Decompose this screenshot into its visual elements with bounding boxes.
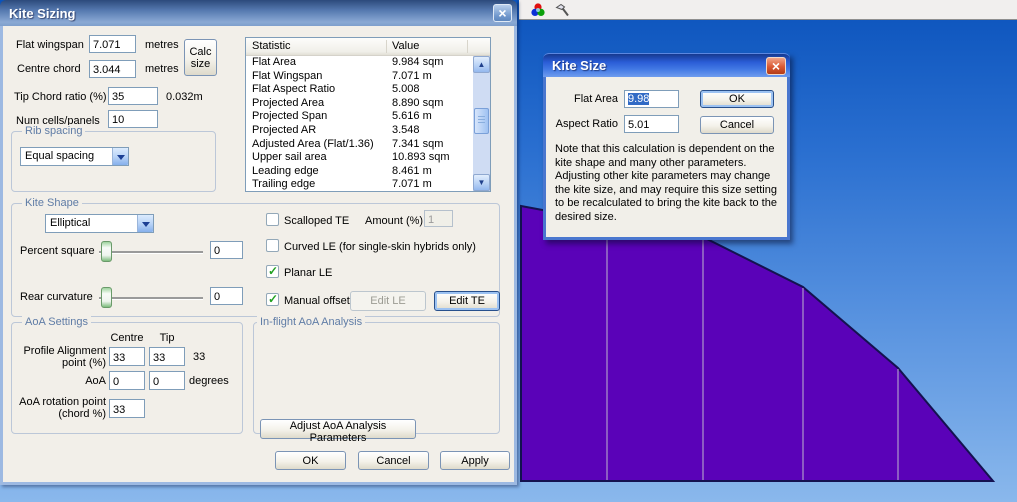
tip-chord-ratio-input[interactable]	[108, 87, 158, 105]
selected-text: 9.98	[628, 93, 649, 105]
table-row[interactable]: Trailing edge7.071 m	[246, 178, 473, 191]
scrollbar-thumb[interactable]	[474, 108, 489, 134]
flat-area-input[interactable]: 9.98	[624, 90, 679, 108]
tools-hammer-icon[interactable]	[553, 2, 571, 18]
aspect-ratio-input[interactable]	[624, 115, 679, 133]
aoa-rotation-label: AoA rotation point (chord %)	[9, 396, 106, 420]
column-statistic[interactable]: Statistic	[252, 40, 291, 52]
table-row[interactable]: Projected AR3.548	[246, 124, 473, 138]
table-row[interactable]: Flat Area9.984 sqm	[246, 56, 473, 70]
manual-offsets-checkbox[interactable]	[266, 293, 279, 306]
flat-wingspan-label: Flat wingspan	[16, 39, 84, 51]
calc-size-button[interactable]: Calc size	[184, 39, 217, 76]
table-row[interactable]: Projected Area8.890 sqm	[246, 97, 473, 111]
planar-le-label: Planar LE	[284, 267, 332, 279]
profile-tip-input[interactable]	[149, 347, 185, 366]
chevron-down-icon[interactable]	[112, 148, 128, 165]
kite-shape-group-label: Kite Shape	[22, 197, 82, 209]
percent-square-slider-track[interactable]	[99, 251, 203, 253]
centre-chord-label: Centre chord	[17, 63, 81, 75]
profile-centre-input[interactable]	[109, 347, 145, 366]
chevron-down-icon[interactable]	[137, 215, 153, 232]
aoa-centre-input[interactable]	[109, 371, 145, 390]
column-divider	[386, 40, 387, 53]
scroll-down-icon[interactable]: ▼	[473, 174, 490, 191]
table-row[interactable]: Leading edge8.461 m	[246, 165, 473, 179]
rear-curvature-label: Rear curvature	[20, 291, 93, 303]
application-window: Kite Sizing × Flat wingspan metres Calc …	[0, 0, 1017, 502]
flat-wingspan-input[interactable]	[89, 35, 136, 53]
scalloped-te-checkbox[interactable]	[266, 213, 279, 226]
amount-input	[424, 210, 453, 227]
adjust-aoa-parameters-button[interactable]: Adjust AoA Analysis Parameters	[260, 419, 416, 439]
inflight-aoa-group: In-flight AoA Analysis	[253, 322, 500, 434]
cancel-button[interactable]: Cancel	[358, 451, 429, 470]
centre-chord-input[interactable]	[89, 60, 136, 78]
ok-button[interactable]: OK	[700, 90, 774, 108]
planar-le-checkbox[interactable]	[266, 265, 279, 278]
num-cells-input[interactable]	[108, 110, 158, 128]
table-row[interactable]: Upper sail area10.893 sqm	[246, 151, 473, 165]
tip-chord-metres-label: 0.032m	[166, 91, 203, 103]
kite-half-planform	[521, 206, 993, 481]
ok-button[interactable]: OK	[275, 451, 346, 470]
rib-spacing-group-label: Rib spacing	[22, 125, 85, 137]
statistics-rows: Flat Area9.984 sqmFlat Wingspan7.071 mFl…	[246, 56, 473, 191]
aoa-unit-label: degrees	[189, 375, 229, 387]
aoa-settings-group-label: AoA Settings	[22, 316, 91, 328]
column-value[interactable]: Value	[392, 40, 419, 52]
rear-curvature-slider-thumb[interactable]	[101, 287, 112, 308]
cancel-button[interactable]: Cancel	[700, 116, 774, 134]
aoa-tip-header: Tip	[149, 332, 185, 344]
column-divider	[467, 40, 468, 53]
table-row[interactable]: Flat Aspect Ratio5.008	[246, 83, 473, 97]
rib-spacing-value: Equal spacing	[25, 150, 94, 162]
inflight-aoa-group-label: In-flight AoA Analysis	[257, 316, 365, 328]
kite-size-dialog: Kite Size × Flat Area 9.98 OK Aspect Rat…	[543, 53, 790, 240]
flat-wingspan-unit: metres	[145, 39, 179, 51]
kite-shape-value: Elliptical	[50, 217, 90, 229]
statistics-scrollbar[interactable]: ▲ ▼	[473, 56, 490, 191]
table-row[interactable]: Projected Span5.616 m	[246, 110, 473, 124]
aoa-centre-header: Centre	[109, 332, 145, 344]
manual-offsets-label: Manual offsets	[284, 295, 355, 307]
statistics-header[interactable]: Statistic Value	[246, 38, 490, 56]
app-toolbar	[519, 0, 1017, 20]
tip-chord-ratio-label: Tip Chord ratio (%)	[14, 91, 107, 103]
note-text: Note that this calculation is dependent …	[555, 143, 786, 224]
aoa-label: AoA	[9, 375, 106, 387]
curved-le-checkbox[interactable]	[266, 239, 279, 252]
curved-le-label: Curved LE (for single-skin hybrids only)	[284, 241, 476, 253]
scalloped-te-label: Scalloped TE	[284, 215, 349, 227]
color-wheel-icon[interactable]	[529, 2, 547, 18]
apply-button[interactable]: Apply	[440, 451, 510, 470]
table-row[interactable]: Adjusted Area (Flat/1.36)7.341 sqm	[246, 138, 473, 152]
kite-sizing-dialog: Kite Sizing × Flat wingspan metres Calc …	[0, 0, 517, 485]
profile-alignment-label: Profile Alignment point (%)	[9, 345, 106, 369]
table-row[interactable]: Flat Wingspan7.071 m	[246, 70, 473, 84]
edit-te-button[interactable]: Edit TE	[434, 291, 500, 311]
percent-square-slider-thumb[interactable]	[101, 241, 112, 262]
scroll-up-icon[interactable]: ▲	[473, 56, 490, 73]
amount-label: Amount (%)	[365, 215, 423, 227]
rear-curvature-input[interactable]	[210, 287, 243, 305]
kite-shape-select[interactable]: Elliptical	[45, 214, 154, 233]
percent-square-label: Percent square	[20, 245, 95, 257]
profile-static-value: 33	[193, 351, 205, 363]
aoa-tip-input[interactable]	[149, 371, 185, 390]
rear-curvature-slider-track[interactable]	[99, 297, 203, 299]
percent-square-input[interactable]	[210, 241, 243, 259]
statistics-list: Statistic Value Flat Area9.984 sqmFlat W…	[245, 37, 491, 192]
aoa-rotation-input[interactable]	[109, 399, 145, 418]
rib-spacing-select[interactable]: Equal spacing	[20, 147, 129, 166]
aspect-ratio-label: Aspect Ratio	[554, 118, 618, 130]
flat-area-label: Flat Area	[554, 93, 618, 105]
centre-chord-unit: metres	[145, 63, 179, 75]
edit-le-button: Edit LE	[350, 291, 426, 311]
